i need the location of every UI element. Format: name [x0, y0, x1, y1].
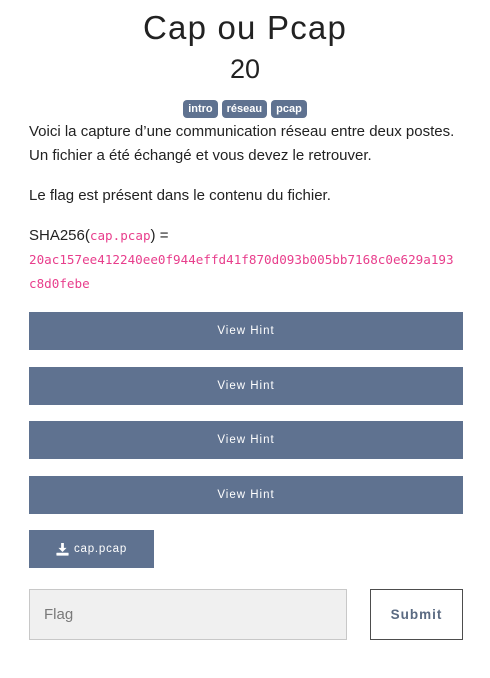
download-file-button[interactable]: cap.pcap — [29, 530, 154, 568]
challenge-description: Voici la capture d’une communication rés… — [29, 120, 461, 296]
submit-button[interactable]: Submit — [370, 589, 463, 640]
flag-input[interactable] — [29, 589, 347, 640]
view-hint-button-3[interactable]: View Hint — [29, 421, 463, 459]
tag-badge: réseau — [221, 100, 268, 118]
hash-value: 20ac157ee412240ee0f944effd41f870d093b005… — [29, 252, 454, 291]
download-icon — [56, 542, 69, 556]
view-hint-button-1[interactable]: View Hint — [29, 312, 463, 350]
view-hint-button-4[interactable]: View Hint — [29, 476, 463, 514]
description-paragraph: Voici la capture d’une communication rés… — [29, 123, 455, 164]
description-paragraph: Le flag est présent dans le contenu du f… — [29, 187, 331, 204]
view-hint-button-2[interactable]: View Hint — [29, 367, 463, 405]
tag-badge: intro — [183, 100, 218, 118]
hash-filename: cap.pcap — [89, 228, 151, 243]
tag-list: intro réseau pcap — [0, 100, 490, 118]
challenge-points: 20 — [229, 54, 261, 84]
hash-line: SHA256(cap.pcap) = — [29, 224, 461, 248]
hash-prefix: SHA256( — [29, 227, 90, 244]
download-file-label: cap.pcap — [73, 543, 128, 555]
hash-suffix: ) = — [150, 227, 169, 244]
challenge-title: Cap ou Pcap — [143, 9, 347, 46]
tag-badge: pcap — [271, 100, 307, 118]
